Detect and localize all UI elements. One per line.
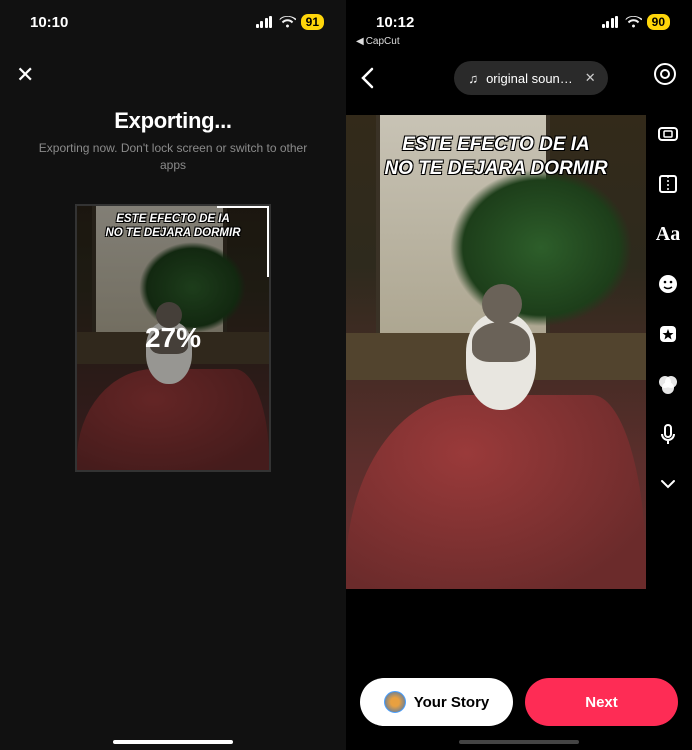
export-preview: ESTE EFECTO DE IA NO TE DEJARA DORMIR 27…	[75, 204, 271, 472]
video-canvas[interactable]: ESTE EFECTO DE IA NO TE DEJARA DORMIR	[346, 115, 646, 589]
editor-screen: 10:12 90 ◀ CapCut ♫ original soun… ✕ E	[346, 0, 692, 750]
cellular-icon	[256, 16, 274, 28]
status-time: 10:10	[30, 14, 68, 31]
video-caption[interactable]: ESTE EFECTO DE IA NO TE DEJARA DORMIR	[346, 133, 646, 182]
export-percent: 27%	[145, 322, 201, 354]
cellular-icon	[602, 16, 620, 28]
clear-sound-button[interactable]: ✕	[581, 70, 600, 86]
battery-level: 90	[647, 14, 670, 30]
stickers-tool[interactable]	[654, 270, 682, 298]
effects-tool[interactable]	[654, 320, 682, 348]
wifi-icon	[625, 16, 642, 28]
back-chevron-icon: ◀	[356, 36, 364, 47]
voiceover-tool[interactable]	[654, 420, 682, 448]
crop-tool[interactable]	[654, 120, 682, 148]
sound-selector[interactable]: ♫ original soun… ✕	[454, 61, 607, 95]
status-right: 91	[256, 14, 324, 30]
status-time: 10:12	[376, 14, 414, 31]
music-note-icon: ♫	[468, 71, 478, 86]
battery-level: 91	[301, 14, 324, 30]
more-tools-button[interactable]	[654, 470, 682, 498]
home-indicator[interactable]	[459, 740, 579, 744]
editor-top-bar: ♫ original soun… ✕	[346, 56, 692, 100]
flip-tool[interactable]	[654, 170, 682, 198]
home-indicator[interactable]	[113, 740, 233, 744]
back-button[interactable]	[360, 67, 374, 89]
editor-toolbar: Aa	[654, 120, 682, 498]
filters-tool[interactable]	[654, 370, 682, 398]
video-caption: ESTE EFECTO DE IA NO TE DEJARA DORMIR	[77, 212, 269, 241]
next-button[interactable]: Next	[525, 678, 678, 726]
export-screen: 10:10 91 ✕ Exporting... Exporting now. D…	[0, 0, 346, 750]
status-bar: 10:10 91	[0, 0, 346, 44]
text-tool[interactable]: Aa	[654, 220, 682, 248]
your-story-button[interactable]: Your Story	[360, 678, 513, 726]
back-to-app[interactable]: ◀ CapCut	[356, 36, 400, 47]
progress-border	[217, 206, 269, 208]
bottom-action-bar: Your Story Next	[346, 678, 692, 726]
avatar-icon	[384, 691, 406, 713]
wifi-icon	[279, 16, 296, 28]
sound-label: original soun…	[486, 71, 573, 86]
export-title: Exporting...	[0, 108, 346, 134]
settings-button[interactable]	[652, 61, 678, 87]
progress-border	[267, 206, 269, 277]
export-subtitle: Exporting now. Don't lock screen or swit…	[26, 140, 320, 174]
close-button[interactable]: ✕	[16, 62, 34, 88]
status-right: 90	[602, 14, 670, 30]
